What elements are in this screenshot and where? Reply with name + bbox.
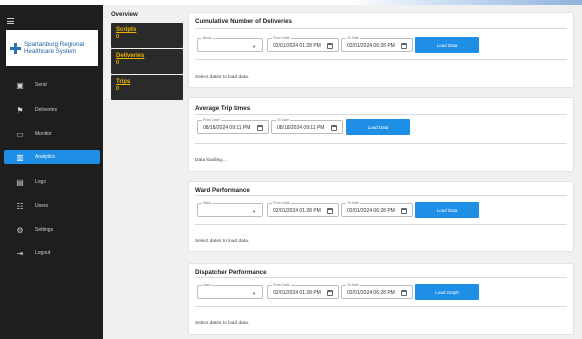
logo-cross-icon	[10, 42, 21, 54]
chevron-down-icon: ▼	[252, 291, 256, 296]
sidebar-item-send[interactable]: ▣ Send	[4, 78, 100, 92]
sidebar: Spartanburg Regional Healthcare System ▣…	[0, 5, 103, 339]
to-date-field[interactable]: To Date 02/01/2024 06:28 PM	[341, 36, 413, 52]
status-text: Select dates to load data.	[195, 239, 250, 244]
divider	[195, 306, 567, 307]
sidebar-item-analytics[interactable]: ▥ Analytics	[4, 150, 100, 164]
chevron-down-icon: ▼	[252, 44, 256, 49]
status-text: Select dates to load data.	[195, 75, 250, 80]
calendar-icon[interactable]	[331, 124, 337, 131]
sidebar-item-label: Settings	[35, 227, 54, 233]
divider	[195, 59, 567, 60]
divider	[195, 28, 567, 29]
users-icon: ☷	[16, 201, 24, 211]
calendar-icon[interactable]	[401, 207, 407, 214]
ward-select[interactable]: Ward ▼	[197, 201, 263, 217]
divider	[195, 143, 567, 144]
calendar-icon[interactable]	[327, 42, 333, 49]
sidebar-item-label: Analytics	[35, 154, 56, 160]
panel-title: Average Trip times	[195, 105, 251, 112]
user-select[interactable]: User ▼	[197, 283, 263, 299]
logs-icon: ▤	[16, 177, 24, 187]
status-text: Select dates to load data.	[195, 321, 250, 326]
to-date-field[interactable]: To Date 02/01/2024 06:28 PM	[341, 283, 413, 299]
sidebar-item-label: Logs	[35, 179, 46, 185]
calendar-icon[interactable]	[401, 42, 407, 49]
send-icon: ▣	[16, 80, 24, 90]
logo-text: Spartanburg Regional Healthcare System	[24, 41, 85, 55]
monitor-icon: ▭	[16, 129, 24, 139]
sidebar-item-label: Deliveries	[35, 107, 57, 113]
sidebar-item-monitor[interactable]: ▭ Monitor	[4, 127, 100, 141]
to-date-field[interactable]: To Date 08/18/2024 09:11 PM	[271, 118, 343, 134]
sidebar-item-label: Users	[35, 203, 49, 209]
logout-icon: ⇥	[16, 248, 24, 258]
sidebar-item-label: Send	[35, 82, 47, 88]
ward-performance-panel: Ward Performance Ward ▼ From Date 02/01/…	[188, 181, 574, 252]
divider	[195, 277, 567, 278]
load-data-button[interactable]: Load Data	[415, 202, 479, 218]
stat-card-deliveries: Deliveries 0	[111, 49, 183, 74]
average-trip-times-panel: Average Trip times From Date 08/18/2024 …	[188, 97, 574, 172]
bins-select[interactable]: Binss ▼	[197, 36, 263, 52]
panel-title: Ward Performance	[195, 187, 250, 194]
from-date-field[interactable]: From Date 08/18/2024 09:11 PM	[197, 118, 269, 134]
from-date-field[interactable]: From Date 02/01/2024 01:28 PM	[267, 36, 339, 52]
settings-icon: ⚙	[16, 225, 24, 235]
sidebar-item-label: Logout	[35, 250, 51, 256]
calendar-icon[interactable]	[401, 289, 407, 296]
overview-panel: Overview Scripts 0 Deliveries 0 Trips 0	[107, 12, 184, 100]
load-data-button[interactable]: Load Data	[346, 119, 410, 135]
panel-title: Cumulative Number of Deliveries	[195, 18, 292, 25]
load-data-button[interactable]: Load Data	[415, 37, 479, 53]
calendar-icon[interactable]	[257, 124, 263, 131]
load-graph-button[interactable]: Load Graph	[415, 284, 479, 300]
logo: Spartanburg Regional Healthcare System	[6, 30, 98, 66]
from-date-field[interactable]: From Date 02/01/2024 01:28 PM	[267, 283, 339, 299]
overview-title: Overview	[111, 12, 138, 18]
sidebar-item-deliveries[interactable]: ⚑ Deliveries	[4, 103, 100, 117]
hamburger-menu-icon[interactable]	[7, 18, 14, 26]
divider	[195, 114, 567, 115]
stat-card-scripts: Scripts 0	[111, 23, 183, 48]
dispatcher-performance-panel: Dispatcher Performance User ▼ From Date …	[188, 263, 574, 335]
stat-card-trips: Trips 0	[111, 75, 183, 100]
panel-title: Dispatcher Performance	[195, 269, 267, 276]
sidebar-item-label: Monitor	[35, 131, 52, 137]
from-date-field[interactable]: From Date 02/01/2024 01:28 PM	[267, 201, 339, 217]
divider	[195, 195, 567, 196]
deliveries-icon: ⚑	[16, 105, 24, 115]
analytics-icon: ▥	[16, 152, 24, 162]
sidebar-item-users[interactable]: ☷ Users	[4, 199, 100, 213]
cumulative-deliveries-panel: Cumulative Number of Deliveries Binss ▼ …	[188, 12, 574, 88]
status-text: Data loading...	[195, 158, 226, 163]
divider	[195, 224, 567, 225]
sidebar-item-logs[interactable]: ▤ Logs	[4, 175, 100, 189]
sidebar-item-logout[interactable]: ⇥ Logout	[4, 246, 100, 260]
calendar-icon[interactable]	[327, 207, 333, 214]
chevron-down-icon: ▼	[252, 209, 256, 214]
to-date-field[interactable]: To Date 02/01/2024 06:28 PM	[341, 201, 413, 217]
sidebar-item-settings[interactable]: ⚙ Settings	[4, 223, 100, 237]
calendar-icon[interactable]	[327, 289, 333, 296]
